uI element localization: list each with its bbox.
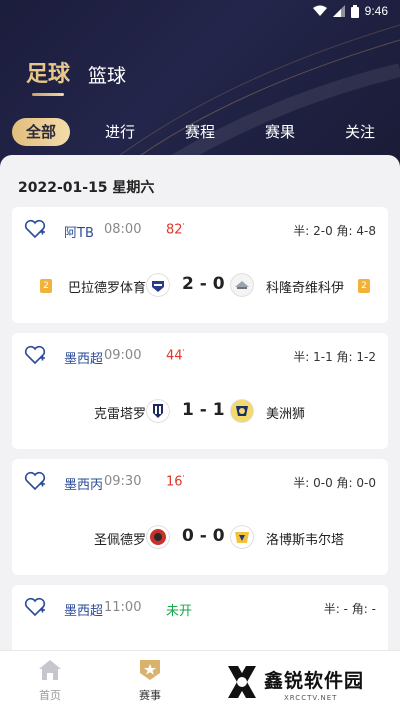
match-minute: 16' <box>166 474 185 490</box>
league-name: 墨西丙 <box>64 478 104 493</box>
nav-matches-label: 赛事 <box>139 689 161 702</box>
date-header: 2022-01-15 星期六 <box>18 180 155 196</box>
match-minute: 82' <box>166 222 185 238</box>
away-rank-badge: 2 <box>358 279 370 293</box>
tab-basketball[interactable]: 篮球 <box>88 61 126 88</box>
favorite-heart-icon[interactable] <box>24 471 46 491</box>
match-card[interactable]: 墨西丙 09:30 16' 半: 0-0 角: 0-0 圣佩德罗 0 - 0 洛… <box>12 459 388 575</box>
away-team-logo <box>230 273 254 297</box>
kickoff-time: 11:00 <box>104 600 142 615</box>
favorite-heart-icon[interactable] <box>24 597 46 617</box>
half-corner-stats: 半: 1-1 角: 1-2 <box>293 350 376 364</box>
match-card[interactable]: 墨西超 11:00 未开 半: - 角: - <box>12 585 388 650</box>
home-team: 克雷塔罗 <box>93 407 146 422</box>
sport-tabs: 足球 篮球 <box>26 56 126 96</box>
league-name: 墨西超 <box>64 352 104 367</box>
watermark: 鑫锐软件园 XRCCTV.NET <box>224 660 394 706</box>
home-icon <box>39 660 61 680</box>
wifi-icon <box>312 5 327 16</box>
watermark-subtext: XRCCTV.NET <box>284 694 338 702</box>
home-team-logo <box>146 399 170 423</box>
kickoff-time: 08:00 <box>104 222 142 237</box>
match-minute: 44' <box>166 348 185 364</box>
watermark-text: 鑫锐软件园 <box>264 670 365 692</box>
away-team: 美洲狮 <box>266 407 306 422</box>
status-bar: 9:46 <box>0 0 400 24</box>
tab-follow[interactable]: 关注 <box>336 118 384 146</box>
home-team-logo <box>146 525 170 549</box>
tab-all[interactable]: 全部 <box>12 118 70 146</box>
away-team-logo <box>230 399 254 423</box>
signal-icon <box>332 5 345 17</box>
nav-home-label: 首页 <box>39 689 61 702</box>
match-status: 未开 <box>166 604 193 619</box>
trophy-icon <box>140 660 160 680</box>
match-card[interactable]: 墨西超 09:00 44' 半: 1-1 角: 1-2 克雷塔罗 1 - 1 美… <box>12 333 388 449</box>
league-name: 阿TB <box>64 226 94 241</box>
home-team-logo <box>146 273 170 297</box>
away-team: 科隆奇维科伊 <box>266 281 345 296</box>
nav-home[interactable]: 首页 <box>20 657 80 703</box>
tab-schedule[interactable]: 赛程 <box>176 118 224 146</box>
kickoff-time: 09:30 <box>104 474 142 489</box>
tab-football[interactable]: 足球 <box>26 56 70 96</box>
half-corner-stats: 半: 0-0 角: 0-0 <box>293 476 376 490</box>
status-time: 9:46 <box>364 4 388 18</box>
home-team: 圣佩德罗 <box>93 533 146 548</box>
away-team-logo <box>230 525 254 549</box>
favorite-heart-icon[interactable] <box>24 345 46 365</box>
battery-icon <box>350 4 359 18</box>
half-corner-stats: 半: - 角: - <box>323 602 376 616</box>
favorite-heart-icon[interactable] <box>24 219 46 239</box>
home-team: 巴拉德罗体育 <box>67 281 146 296</box>
match-score: 0 - 0 <box>182 526 225 546</box>
match-list[interactable]: 2022-01-15 星期六 阿TB 08:00 82' 半: 2-0 角: 4… <box>0 155 400 650</box>
filter-tabs: 全部 进行 赛程 赛果 关注 <box>0 118 400 146</box>
match-score: 1 - 1 <box>182 400 225 420</box>
home-rank-badge: 2 <box>40 279 52 293</box>
nav-matches[interactable]: 赛事 <box>120 657 180 703</box>
tab-results[interactable]: 赛果 <box>256 118 304 146</box>
away-team: 洛博斯韦尔塔 <box>266 533 345 548</box>
kickoff-time: 09:00 <box>104 348 142 363</box>
tab-live[interactable]: 进行 <box>96 118 144 146</box>
top-header: 9:46 足球 篮球 全部 进行 赛程 赛果 关注 <box>0 0 400 170</box>
match-card[interactable]: 阿TB 08:00 82' 半: 2-0 角: 4-8 2 巴拉德罗体育 2 -… <box>12 207 388 323</box>
watermark-logo-icon <box>228 666 256 698</box>
half-corner-stats: 半: 2-0 角: 4-8 <box>293 224 376 238</box>
match-score: 2 - 0 <box>182 274 225 294</box>
league-name: 墨西超 <box>64 604 104 619</box>
